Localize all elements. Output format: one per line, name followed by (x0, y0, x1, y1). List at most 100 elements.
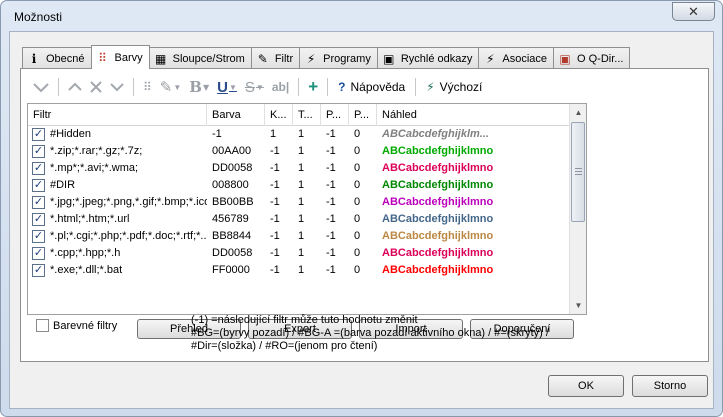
color-filters-checkbox[interactable]: Barevné filtry (36, 319, 117, 332)
filter-text: *.mp*;*.avi;*.wma; (50, 162, 139, 174)
preview-cell: ABCabcdefghijklmno (382, 230, 494, 242)
close-button[interactable]: ✕ (672, 2, 715, 21)
row-checkbox[interactable]: ✓ (32, 162, 45, 175)
row-checkbox[interactable]: ✓ (32, 145, 45, 158)
font-icon[interactable]: ab| (268, 76, 293, 98)
filter-text: *.html;*.htm;*.url (50, 213, 130, 225)
preview-cell: ABCabcdefghijklmno (382, 145, 494, 157)
tab-4[interactable]: ✎ Filtr (250, 47, 301, 69)
p1-cell: -1 (326, 247, 336, 259)
column-header-t[interactable]: T... (293, 104, 321, 126)
k-cell: -1 (270, 247, 280, 259)
row-checkbox[interactable]: ✓ (32, 128, 45, 141)
color-filters-label: Barevné filtry (53, 319, 118, 332)
tab-label: O Q-Dir... (577, 52, 624, 65)
color-cell: 00AA00 (212, 145, 252, 157)
bold-icon[interactable]: B ▼ (185, 76, 213, 98)
preview-cell: ABCabcdefghijklmno (382, 264, 494, 276)
tab-7[interactable]: ⚡ Asociace (478, 47, 555, 69)
add-icon[interactable]: + (304, 76, 322, 98)
column-header-filter[interactable]: Filtr (28, 104, 207, 126)
color-cell: DD0058 (212, 247, 253, 259)
move-down-icon[interactable] (106, 76, 128, 98)
column-header-k[interactable]: K... (265, 104, 293, 126)
table-row[interactable]: ✓ #DIR 008800 -1 1 -1 0 ABCabcdefghijklmno (28, 177, 586, 194)
options-dialog: Možnosti ✕ i Obecné ⠿ Barvy ▦ Sloupce/Strom ✎ F… (0, 0, 723, 417)
underline-icon[interactable]: U ▼ (213, 76, 241, 98)
columns-icon: ▦ (154, 51, 167, 66)
row-checkbox[interactable]: ✓ (32, 230, 45, 243)
k-cell: -1 (270, 264, 280, 276)
row-checkbox[interactable]: ✓ (32, 196, 45, 209)
filter-grid[interactable]: Filtr Barva K... T... P... P... Náhled ✓… (27, 103, 587, 315)
default-button[interactable]: ⚡ Výchozí (421, 76, 487, 98)
tab-label: Obecné (46, 52, 85, 65)
check-icon[interactable] (29, 76, 53, 98)
filter-cell: ✓ *.cpp;*.hpp;*.h (28, 245, 207, 262)
p2-cell: 0 (354, 196, 361, 208)
row-checkbox[interactable]: ✓ (32, 213, 45, 226)
tab-6[interactable]: ▣ Rychlé odkazy (376, 47, 480, 69)
k-cell: -1 (270, 196, 280, 208)
help-button[interactable]: ? Nápověda (333, 76, 410, 98)
t-cell: 1 (298, 196, 305, 208)
about-icon: ▣ (559, 51, 571, 66)
hint-line: #Dir=(složka) / #RO=(jenom pro čtení) (191, 340, 378, 352)
table-row[interactable]: ✓ *.zip;*.rar;*.gz;*.7z; 00AA00 -1 1 -1 0 ABCab… (28, 143, 586, 160)
table-row[interactable]: ✓ *.mp*;*.avi;*.wma; DD0058 -1 1 -1 0 ABCabcdef… (28, 160, 586, 177)
table-row[interactable]: ✓ #Hidden -1 1 1 -1 0 ABCabcdefghijklm... (28, 126, 586, 143)
table-row[interactable]: ✓ *.cpp;*.hpp;*.h DD0058 -1 1 -1 0 ABCabcdefghi… (28, 245, 586, 262)
tab-label: Programy (323, 52, 371, 65)
table-row[interactable]: ✓ *.jpg;*.jpeg;*.png,*.gif;*.bmp;*.ico BB0… (28, 194, 586, 211)
hint-line: (-1) =následující filtr může tuto hodnot… (191, 314, 418, 326)
vertical-scrollbar[interactable]: ▲ ▼ (569, 104, 586, 314)
filter-text: *.pl;*.cgi;*.php;*.pdf;*.doc;*.rtf;*... (50, 230, 207, 242)
column-header-p1[interactable]: P... (321, 104, 349, 126)
filter-cell: ✓ *.mp*;*.avi;*.wma; (28, 160, 207, 177)
strikethrough-icon[interactable]: S ▼ (241, 76, 268, 98)
p1-cell: -1 (326, 196, 336, 208)
k-cell: -1 (270, 230, 280, 242)
cancel-button[interactable]: Storno (632, 375, 708, 397)
p2-cell: 0 (354, 145, 361, 157)
filter-text: #Hidden (50, 128, 91, 140)
scroll-thumb[interactable] (571, 122, 585, 222)
tab-3[interactable]: ▦ Sloupce/Strom (148, 47, 252, 69)
ok-button[interactable]: OK (548, 375, 624, 397)
filter-pen-icon: ✎ (257, 51, 268, 66)
tab-label: Barvy (114, 51, 143, 64)
column-header-color[interactable]: Barva (207, 104, 265, 126)
scroll-up-icon[interactable]: ▲ (570, 104, 586, 121)
column-header-p2[interactable]: P... (349, 104, 377, 126)
grip-line (575, 174, 582, 175)
tab-label: Filtr (274, 52, 294, 65)
table-row[interactable]: ✓ *.pl;*.cgi;*.php;*.pdf;*.doc;*.rtf;*...… (28, 228, 586, 245)
filter-cell: ✓ *.jpg;*.jpeg;*.png,*.gif;*.bmp;*.ico (28, 194, 207, 211)
delete-icon[interactable] (86, 76, 106, 98)
row-checkbox[interactable]: ✓ (32, 247, 45, 260)
move-up-icon[interactable] (64, 76, 86, 98)
p1-cell: -1 (326, 128, 336, 140)
scroll-down-icon[interactable]: ▼ (570, 297, 586, 314)
programs-icon: ⚡ (306, 51, 316, 66)
tab-5[interactable]: ⚡ Programy (299, 47, 378, 69)
checkbox-box[interactable] (36, 319, 49, 332)
column-header-preview[interactable]: Náhled (377, 104, 571, 126)
shortcuts-icon: ▣ (383, 51, 395, 66)
toolbar-separator (415, 78, 417, 96)
row-checkbox[interactable]: ✓ (32, 264, 45, 277)
tab-1[interactable]: i Obecné (22, 47, 92, 69)
table-row[interactable]: ✓ *.exe;*.dll;*.bat FF0000 -1 1 -1 0 ABCabcdefg… (28, 262, 586, 279)
color-grid-icon[interactable]: ⠿ (139, 76, 156, 98)
t-cell: 1 (298, 179, 305, 191)
p1-cell: -1 (326, 145, 336, 157)
default-label: Výchozí (439, 80, 483, 94)
tab-2[interactable]: ⠿ Barvy (90, 45, 150, 69)
color-cell: FF0000 (212, 264, 250, 276)
text-color-icon[interactable]: ✎ ▼ (156, 76, 186, 98)
table-row[interactable]: ✓ *.html;*.htm;*.url 456789 -1 1 -1 0 ABCabcdef… (28, 211, 586, 228)
row-checkbox[interactable]: ✓ (32, 179, 45, 192)
preview-cell: ABCabcdefghijklm... (382, 128, 489, 140)
tab-8[interactable]: ▣ O Q-Dir... (553, 47, 631, 69)
p1-cell: -1 (326, 213, 336, 225)
